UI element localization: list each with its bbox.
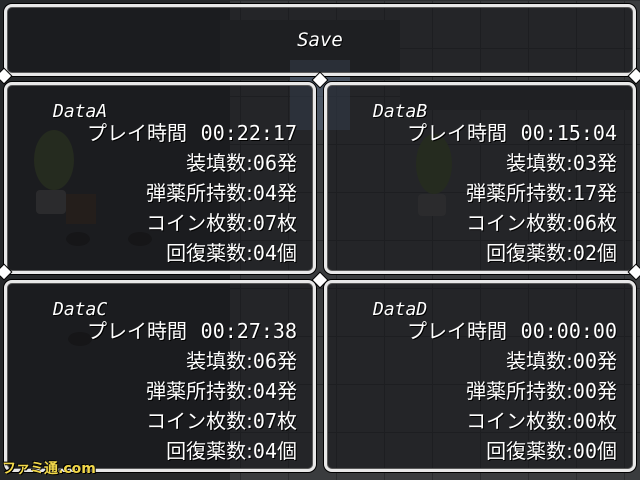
stat-value: 04個: [252, 241, 297, 265]
stat-label: 弾薬所持数: [146, 181, 247, 205]
stat-label: 回復薬数: [486, 439, 567, 463]
stat-value: 00個: [572, 439, 617, 463]
playtime-label: プレイ時間: [87, 319, 187, 343]
stat-value: 00発: [572, 349, 617, 373]
stat-value: 00枚: [572, 409, 617, 433]
stat-row-coins: コイン枚数:06枚: [466, 211, 617, 235]
save-slot-b[interactable]: DataB プレイ時間 00:15:04 装填数:03発 弾薬所持数:17発 コイ…: [324, 82, 636, 274]
playtime-row: プレイ時間 00:27:38: [87, 319, 297, 343]
stat-label: コイン枚数: [466, 409, 567, 433]
watermark-logo: ファミ通.com: [2, 461, 96, 477]
playtime-row: プレイ時間 00:22:17: [87, 121, 297, 145]
stat-value: 02個: [572, 241, 617, 265]
playtime-row: プレイ時間 00:00:00: [407, 319, 617, 343]
slot-name: DataC: [53, 299, 108, 320]
stat-row-coins: コイン枚数:07枚: [146, 211, 297, 235]
stat-row-loaded-ammo: 装填数:06発: [186, 151, 297, 175]
save-slot-a[interactable]: DataA プレイ時間 00:22:17 装填数:06発 弾薬所持数:04発 コイ…: [4, 82, 316, 274]
stat-label: 弾薬所持数: [146, 379, 247, 403]
playtime-label: プレイ時間: [87, 121, 187, 145]
stat-row-loaded-ammo: 装填数:06発: [186, 349, 297, 373]
stat-label: 弾薬所持数: [466, 181, 567, 205]
stat-row-ammo-held: 弾薬所持数:04発: [146, 379, 297, 403]
stat-label: 回復薬数: [166, 439, 247, 463]
stat-row-loaded-ammo: 装填数:03発: [506, 151, 617, 175]
stat-label: 弾薬所持数: [466, 379, 567, 403]
stat-row-ammo-held: 弾薬所持数:17発: [466, 181, 617, 205]
playtime-value: 00:00:00: [520, 319, 617, 343]
save-slot-d[interactable]: DataD プレイ時間 00:00:00 装填数:00発 弾薬所持数:00発 コイ…: [324, 280, 636, 472]
stat-label: コイン枚数: [146, 409, 247, 433]
stat-row-ammo-held: 弾薬所持数:00発: [466, 379, 617, 403]
playtime-label: プレイ時間: [407, 319, 507, 343]
stat-label: コイン枚数: [146, 211, 247, 235]
save-title-window: Save: [4, 4, 636, 76]
slot-name: DataD: [373, 299, 428, 320]
playtime-row: プレイ時間 00:15:04: [407, 121, 617, 145]
stat-value: 04発: [252, 379, 297, 403]
slot-name: DataA: [53, 101, 108, 122]
slot-name: DataB: [373, 101, 428, 122]
stat-row-healing: 回復薬数:04個: [166, 439, 297, 463]
stat-label: 装填数: [506, 349, 567, 373]
stat-value: 04個: [252, 439, 297, 463]
playtime-value: 00:27:38: [200, 319, 297, 343]
stat-label: 装填数: [186, 349, 247, 373]
stat-value: 17発: [572, 181, 617, 205]
stat-row-coins: コイン枚数:00枚: [466, 409, 617, 433]
playtime-value: 00:15:04: [520, 121, 617, 145]
stat-label: 装填数: [506, 151, 567, 175]
stat-value: 06発: [252, 151, 297, 175]
save-slot-c[interactable]: DataC プレイ時間 00:27:38 装填数:06発 弾薬所持数:04発 コイ…: [4, 280, 316, 472]
stat-value: 00発: [572, 379, 617, 403]
stat-row-loaded-ammo: 装填数:00発: [506, 349, 617, 373]
stat-label: 回復薬数: [166, 241, 247, 265]
stat-value: 06枚: [572, 211, 617, 235]
stat-label: 装填数: [186, 151, 247, 175]
stat-value: 06発: [252, 349, 297, 373]
stat-label: 回復薬数: [486, 241, 567, 265]
stat-row-healing: 回復薬数:00個: [486, 439, 617, 463]
playtime-label: プレイ時間: [407, 121, 507, 145]
stat-value: 07枚: [252, 409, 297, 433]
stat-label: コイン枚数: [466, 211, 567, 235]
playtime-value: 00:22:17: [200, 121, 297, 145]
stat-row-healing: 回復薬数:02個: [486, 241, 617, 265]
stat-value: 03発: [572, 151, 617, 175]
stat-row-coins: コイン枚数:07枚: [146, 409, 297, 433]
stat-row-ammo-held: 弾薬所持数:04発: [146, 181, 297, 205]
stat-row-healing: 回復薬数:04個: [166, 241, 297, 265]
window-title: Save: [297, 29, 343, 51]
stat-value: 07枚: [252, 211, 297, 235]
stat-value: 04発: [252, 181, 297, 205]
